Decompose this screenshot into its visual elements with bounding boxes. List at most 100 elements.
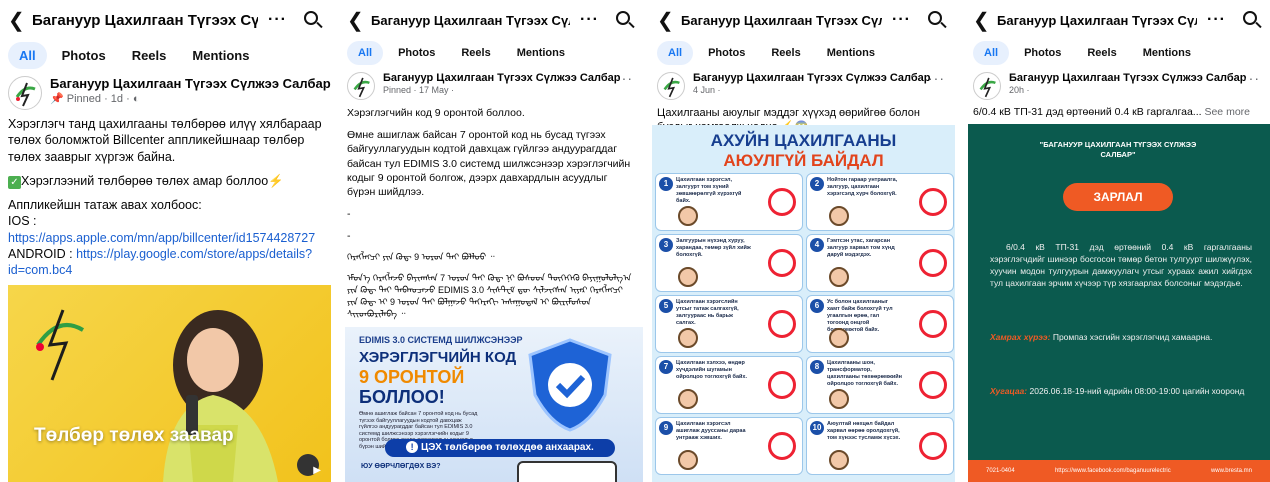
- tip-number: 9: [659, 421, 673, 435]
- post-text: 6/0.4 кВ ТП-31 дэд өртөөний 0.4 кВ гарга…: [973, 106, 1250, 118]
- post-image[interactable]: АХУЙН ЦАХИЛГААНЫ АЮУЛГҮЙ БАЙДАЛ 1 Цахилга…: [652, 125, 955, 482]
- safety-tip-card: 7 Цахилгаан хэлхээ, өндөр хүчдэлийн шугам…: [655, 356, 803, 414]
- image-system-text: EDIMIS 3.0 СИСТЕМД ШИЛЖСЭНЭЭР: [359, 335, 523, 345]
- page-title: Багануур Цахилгаан Түгээх Сүл...: [371, 12, 571, 28]
- avatar[interactable]: [347, 72, 375, 100]
- search-icon[interactable]: [303, 10, 323, 30]
- pin-icon: 📌: [50, 93, 64, 105]
- page-name[interactable]: Багануур Цахилгаан Түгээх Сүлжээ Салбар: [693, 72, 947, 84]
- prohibited-icon: [919, 188, 947, 216]
- prohibited-icon: [919, 310, 947, 338]
- ios-link[interactable]: https://apps.apple.com/mn/app/billcenter…: [8, 231, 315, 245]
- back-arrow-icon[interactable]: ❮: [973, 8, 991, 33]
- tab-mentions[interactable]: Mentions: [506, 41, 576, 65]
- post-more-icon[interactable]: ···: [928, 70, 945, 86]
- tab-photos[interactable]: Photos: [51, 42, 117, 69]
- image-headline: 9 ОРОНТОЙ: [359, 367, 465, 387]
- tab-reels[interactable]: Reels: [760, 41, 811, 65]
- page-name[interactable]: Багануур Цахилгаан Түгээх Сүлжээ Салбар: [383, 72, 635, 84]
- prohibited-icon: [768, 371, 796, 399]
- child-illustration: [829, 267, 849, 287]
- filter-tabs: All Photos Reels Mentions: [0, 40, 331, 70]
- avatar[interactable]: [973, 72, 1001, 100]
- post-image[interactable]: EDIMIS 3.0 СИСТЕМД ШИЛЖСЭНЭЭР ХЭРЭГЛЭГЧИ…: [345, 327, 643, 482]
- post-header: Багануур Цахилгаан Түгээх Сүлжээ Салбар …: [0, 70, 331, 112]
- back-arrow-icon[interactable]: ❮: [347, 8, 365, 33]
- tab-photos[interactable]: Photos: [1013, 41, 1072, 65]
- tip-text: Нойтон гараар унтраалга, залгуур, цахилг…: [827, 177, 898, 197]
- post-more-icon[interactable]: ···: [304, 74, 321, 90]
- tab-reels[interactable]: Reels: [450, 41, 501, 65]
- phone-mockup: [517, 461, 617, 482]
- tip-text: Цахилгаан хэрэгслийн утсыг татаж салгахг…: [676, 299, 739, 326]
- globe-icon: ◐: [132, 93, 140, 105]
- post-more-icon[interactable]: ···: [1243, 70, 1260, 86]
- image-caption: Төлбөр төлөх заавар: [34, 425, 234, 446]
- poster-subtitle: АЮУЛГҮЙ БАЙДАЛ: [723, 151, 884, 170]
- back-arrow-icon[interactable]: ❮: [657, 8, 675, 33]
- tab-all[interactable]: All: [8, 41, 47, 69]
- more-options-icon[interactable]: ···: [1207, 11, 1226, 29]
- post-header: Багануур Цахилгаан Түгээх Сүлжээ Салбар …: [649, 66, 955, 102]
- page-title: Багануур Цахилгаан Түгээх Сүл...: [32, 11, 259, 29]
- footer-phone: 7021-0404: [986, 468, 1015, 474]
- post-more-icon[interactable]: ···: [616, 70, 633, 86]
- tab-all[interactable]: All: [973, 41, 1010, 65]
- search-icon[interactable]: [615, 10, 635, 30]
- image-banner: ! ЦЭХ төлбөрөө төлөхдөө анхаарах.: [385, 439, 615, 457]
- top-bar: ❮ Багануур Цахилгаан Түгээх Сүл... ···: [965, 0, 1270, 40]
- search-icon[interactable]: [1242, 10, 1262, 30]
- more-options-icon[interactable]: ···: [892, 11, 911, 29]
- post-paragraph: Хэрэглэгч танд цахилгааны төлбөрөө илүү …: [8, 117, 322, 164]
- post-paragraph: ᠬᠡᠷᠡᠭᠯᠡᠭᠴᠢ ᠶᠢᠨ ᠺᠣᠳ᠋ 9 ᠣᠷᠣᠨ ᠲᠠᠢ ᠪᠣᠯᠯᠣᠣ ᠃: [347, 252, 495, 263]
- more-options-icon[interactable]: ···: [580, 11, 599, 29]
- tip-text: Цахилгаан хэрэгсэл ашиглаж дууссаны дара…: [676, 421, 746, 441]
- post-image[interactable]: "БАГАНУУР ЦАХИЛГААН ТҮГЭЭХ СҮЛЖЭЭ САЛБАР…: [968, 124, 1270, 482]
- post-paragraph: Өмне ашиглаж байсан 7 оронтой код нь бус…: [347, 129, 631, 198]
- safety-tip-card: 5 Цахилгаан хэрэгслийн утсыг татаж салгах…: [655, 295, 803, 353]
- back-arrow-icon[interactable]: ❮: [8, 8, 26, 33]
- child-illustration: [829, 389, 849, 409]
- post-paragraph: Хэрэглэгчийн код 9 оронтой боллоо.: [347, 107, 525, 119]
- ios-label: IOS :: [8, 214, 37, 229]
- tab-all[interactable]: All: [347, 41, 384, 65]
- post-panel-1: ❮ Багануур Цахилгаан Түгээх Сүл... ··· A…: [0, 0, 331, 482]
- safety-tip-card: 1 Цахилгаан хэрэгсэл, залгуурт том хүний …: [655, 173, 803, 231]
- tab-mentions[interactable]: Mentions: [1132, 41, 1202, 65]
- image-bottom-text: ЮУ ӨӨРЧЛӨГДӨХ ВЭ?: [361, 463, 441, 470]
- post-meta: 📌 Pinned · 1d · ◐: [50, 93, 140, 105]
- filter-tabs: All Photos Reels Mentions: [339, 40, 643, 66]
- page-name[interactable]: Багануур Цахилгаан Түгээх Сүлжээ Салбар: [50, 76, 331, 91]
- lightning-icon: ⚡: [268, 173, 284, 188]
- see-more-link[interactable]: See more: [1204, 106, 1250, 118]
- post-text: Хэрэглэгч танд цахилгааны төлбөрөө илүү …: [0, 112, 331, 282]
- more-options-icon[interactable]: ···: [268, 11, 287, 29]
- safety-tip-card: 6 Ус болон цахилгааныг хамт байж болохгүй…: [806, 295, 954, 353]
- child-illustration: [678, 267, 698, 287]
- filter-tabs: All Photos Reels Mentions: [649, 40, 955, 66]
- post-image[interactable]: Төлбөр төлөх заавар ▶: [8, 285, 331, 482]
- prohibited-icon: [768, 432, 796, 460]
- tab-photos[interactable]: Photos: [697, 41, 756, 65]
- safety-tip-card: 2 Нойтон гараар унтраалга, залгуур, цахил…: [806, 173, 954, 231]
- tab-all[interactable]: All: [657, 41, 694, 65]
- time-text: Хугацаа: 2026.06.18-19-ний өдрийн 08:00-…: [990, 386, 1245, 396]
- page-name[interactable]: Багануур Цахилгаан Түгээх Сүлжээ Салбар: [1009, 72, 1262, 84]
- prohibited-icon: [768, 249, 796, 277]
- mute-icon[interactable]: ▶: [313, 465, 321, 476]
- avatar[interactable]: [657, 72, 685, 100]
- tip-text: Цахилгаан хэрэгсэл, залгуурт том хүний з…: [676, 177, 742, 204]
- safety-tip-card: 10 Аюултай нөхцөл байдал харвал өөрөө оро…: [806, 417, 954, 475]
- tab-mentions[interactable]: Mentions: [816, 41, 886, 65]
- tab-photos[interactable]: Photos: [387, 41, 446, 65]
- tab-reels[interactable]: Reels: [121, 42, 178, 69]
- avatar[interactable]: [8, 76, 42, 110]
- check-icon: ✓: [8, 175, 21, 189]
- tab-reels[interactable]: Reels: [1076, 41, 1127, 65]
- prohibited-icon: [919, 249, 947, 277]
- post-panel-4: ❮ Багануур Цахилгаан Түгээх Сүл... ··· A…: [965, 0, 1270, 482]
- tab-mentions[interactable]: Mentions: [181, 42, 260, 69]
- search-icon[interactable]: [927, 10, 947, 30]
- post-meta: 4 Jun ·: [693, 85, 721, 95]
- tip-text: Залгуурын нүхэнд хуруу, харандаа, төмөр …: [676, 238, 751, 258]
